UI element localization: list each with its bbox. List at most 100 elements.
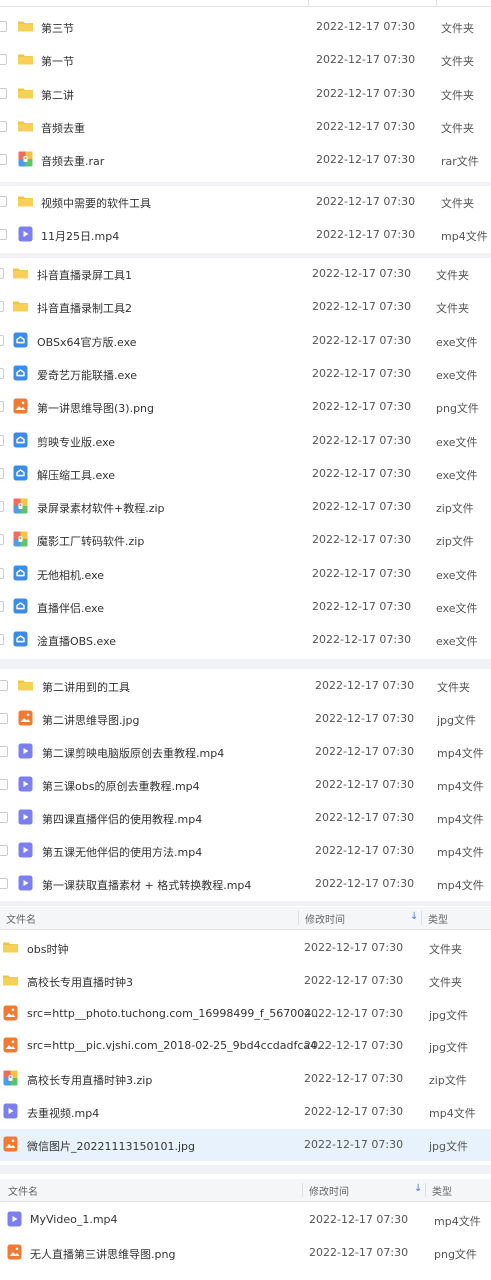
row-checkbox[interactable]: [0, 878, 8, 889]
file-row[interactable]: 抖音直播录制工具2 2022-12-17 07:30 文件夹: [0, 291, 491, 323]
row-checkbox[interactable]: [0, 534, 4, 545]
file-row[interactable]: obs时钟 2022-12-17 07:30 文件夹: [0, 932, 491, 964]
file-name[interactable]: 音频去重: [41, 120, 85, 136]
file-name[interactable]: 第一课获取直播素材 + 格式转换教程.mp4: [42, 877, 251, 893]
file-row[interactable]: 微信图片_20221113150101.jpg 2022-12-17 07:30 j…: [0, 1129, 491, 1161]
row-checkbox[interactable]: [0, 335, 4, 346]
row-checkbox[interactable]: [0, 301, 4, 312]
file-name[interactable]: 第一节: [41, 53, 74, 69]
file-row[interactable]: 无人直播第三讲思维导图.png 2022-12-17 07:30 png文件: [0, 1237, 491, 1269]
file-name[interactable]: 解压缩工具.exe: [37, 467, 115, 483]
file-row[interactable]: 11月25日.mp4 2022-12-17 07:30 mp4文件: [0, 219, 491, 251]
file-row[interactable]: 淦直播OBS.exe 2022-12-17 07:30 exe文件: [0, 624, 491, 656]
row-checkbox[interactable]: [0, 634, 4, 645]
arrow-down-icon[interactable]: ↓: [414, 1183, 422, 1194]
arrow-down-icon[interactable]: ↓: [410, 911, 418, 922]
file-row[interactable]: 高校长专用直播时钟3 2022-12-17 07:30 文件夹: [0, 965, 491, 997]
file-name[interactable]: 去重视频.mp4: [27, 1105, 99, 1121]
file-name[interactable]: 直播伴侣.exe: [37, 600, 104, 616]
file-name[interactable]: 无他相机.exe: [37, 567, 104, 583]
file-name[interactable]: 第三节: [41, 20, 74, 36]
file-name[interactable]: 视频中需要的软件工具: [41, 195, 151, 211]
file-row[interactable]: 第三课obs的原创去重教程.mp4 2022-12-17 07:30 mp4文件: [0, 769, 491, 801]
file-row[interactable]: 第二讲思维导图.jpg 2022-12-17 07:30 jpg文件: [0, 703, 491, 735]
row-checkbox[interactable]: [0, 601, 4, 612]
row-checkbox[interactable]: [0, 746, 8, 757]
file-row[interactable]: 第四课直播伴侣的使用教程.mp4 2022-12-17 07:30 mp4文件: [0, 802, 491, 834]
row-checkbox[interactable]: [0, 779, 8, 790]
row-checkbox[interactable]: [0, 54, 7, 65]
file-name[interactable]: 第二讲用到的工具: [42, 679, 130, 695]
file-name[interactable]: 第五课无他伴侣的使用方法.mp4: [42, 844, 202, 860]
file-row[interactable]: 去重视频.mp4 2022-12-17 07:30 mp4文件: [0, 1096, 491, 1128]
file-row[interactable]: 第三节 2022-12-17 07:30 文件夹: [0, 11, 491, 43]
file-row[interactable]: 高校长专用直播时钟3.zip 2022-12-17 07:30 zip文件: [0, 1063, 491, 1095]
file-row[interactable]: 无他相机.exe 2022-12-17 07:30 exe文件: [0, 558, 491, 590]
file-name[interactable]: 抖音直播录屏工具1: [37, 267, 132, 283]
file-row[interactable]: 第一课获取直播素材 + 格式转换教程.mp4 2022-12-17 07:30 mp…: [0, 868, 491, 900]
file-name[interactable]: 第四课直播伴侣的使用教程.mp4: [42, 811, 202, 827]
row-checkbox[interactable]: [0, 680, 8, 691]
column-time-header[interactable]: 修改时间: [305, 911, 345, 926]
column-time-header[interactable]: 修改时间: [309, 1183, 349, 1198]
file-row[interactable]: 第一节 2022-12-17 07:30 文件夹: [0, 44, 491, 76]
column-name-header[interactable]: 文件名: [6, 911, 36, 926]
file-name[interactable]: obs时钟: [27, 941, 68, 957]
file-name[interactable]: OBSx64官方版.exe: [37, 334, 137, 350]
row-checkbox[interactable]: [0, 229, 7, 240]
file-row[interactable]: 音频去重 2022-12-17 07:30 文件夹: [0, 111, 491, 143]
row-checkbox[interactable]: [0, 713, 8, 724]
file-name[interactable]: 魔影工厂转码软件.zip: [37, 533, 144, 549]
row-checkbox[interactable]: [0, 501, 4, 512]
file-row[interactable]: 爱奇艺万能联播.exe 2022-12-17 07:30 exe文件: [0, 358, 491, 390]
file-row[interactable]: 录屏录素材软件+教程.zip 2022-12-17 07:30 zip文件: [0, 491, 491, 523]
row-checkbox[interactable]: [0, 468, 4, 479]
file-row[interactable]: 解压缩工具.exe 2022-12-17 07:30 exe文件: [0, 458, 491, 490]
file-row[interactable]: 第二讲用到的工具 2022-12-17 07:30 文件夹: [0, 670, 491, 702]
file-name[interactable]: 抖音直播录制工具2: [37, 300, 132, 316]
file-row[interactable]: MyVideo_1.mp4 2022-12-17 07:30 mp4文件: [0, 1204, 491, 1236]
file-name[interactable]: 音频去重.rar: [41, 153, 104, 169]
row-checkbox[interactable]: [0, 196, 7, 207]
file-name[interactable]: 无人直播第三讲思维导图.png: [30, 1246, 175, 1262]
file-row[interactable]: src=http__pic.vjshi.com_2018-02-25_9bd4c…: [0, 1030, 491, 1062]
file-name[interactable]: 第二讲思维导图.jpg: [42, 712, 140, 728]
file-row[interactable]: 抖音直播录屏工具1 2022-12-17 07:30 文件夹: [0, 258, 491, 290]
file-row[interactable]: 视频中需要的软件工具 2022-12-17 07:30 文件夹: [0, 186, 491, 218]
file-name[interactable]: 第二讲: [41, 87, 74, 103]
row-checkbox[interactable]: [0, 21, 7, 32]
column-type-header[interactable]: 类型: [428, 911, 448, 926]
file-name[interactable]: 第三课obs的原创去重教程.mp4: [42, 778, 200, 794]
column-type-header[interactable]: 类型: [432, 1183, 452, 1198]
column-name-header[interactable]: 文件名: [8, 1183, 38, 1198]
file-row[interactable]: OBSx64官方版.exe 2022-12-17 07:30 exe文件: [0, 325, 491, 357]
file-name[interactable]: 高校长专用直播时钟3.zip: [27, 1072, 152, 1088]
row-checkbox[interactable]: [0, 268, 4, 279]
file-row[interactable]: src=http__photo.tuchong.com_16998499_f_5…: [0, 998, 491, 1030]
file-row[interactable]: 第一讲思维导图(3).png 2022-12-17 07:30 png文件: [0, 391, 491, 423]
row-checkbox[interactable]: [0, 121, 7, 132]
file-row[interactable]: 剪映专业版.exe 2022-12-17 07:30 exe文件: [0, 425, 491, 457]
file-row[interactable]: 直播伴侣.exe 2022-12-17 07:30 exe文件: [0, 591, 491, 623]
file-row[interactable]: 第二课剪映电脑版原创去重教程.mp4 2022-12-17 07:30 mp4文件: [0, 736, 491, 768]
row-checkbox[interactable]: [0, 845, 8, 856]
file-name[interactable]: 11月25日.mp4: [41, 228, 119, 244]
row-checkbox[interactable]: [0, 435, 4, 446]
row-checkbox[interactable]: [0, 568, 4, 579]
file-name[interactable]: 第二课剪映电脑版原创去重教程.mp4: [42, 745, 224, 761]
row-checkbox[interactable]: [0, 368, 4, 379]
file-name[interactable]: 录屏录素材软件+教程.zip: [37, 500, 165, 516]
row-checkbox[interactable]: [0, 812, 8, 823]
row-checkbox[interactable]: [0, 154, 7, 165]
file-name[interactable]: MyVideo_1.mp4: [30, 1213, 118, 1226]
row-checkbox[interactable]: [0, 401, 4, 412]
file-row[interactable]: 第二讲 2022-12-17 07:30 文件夹: [0, 78, 491, 110]
file-name[interactable]: 微信图片_20221113150101.jpg: [27, 1138, 195, 1154]
file-name[interactable]: src=http__pic.vjshi.com_2018-02-25_9bd4c…: [27, 1039, 328, 1052]
file-row[interactable]: 第五课无他伴侣的使用方法.mp4 2022-12-17 07:30 mp4文件: [0, 835, 491, 867]
file-name[interactable]: 第一讲思维导图(3).png: [37, 400, 154, 416]
file-name[interactable]: 剪映专业版.exe: [37, 434, 115, 450]
file-name[interactable]: 淦直播OBS.exe: [37, 633, 116, 649]
file-name[interactable]: 高校长专用直播时钟3: [27, 974, 133, 990]
row-checkbox[interactable]: [0, 88, 7, 99]
